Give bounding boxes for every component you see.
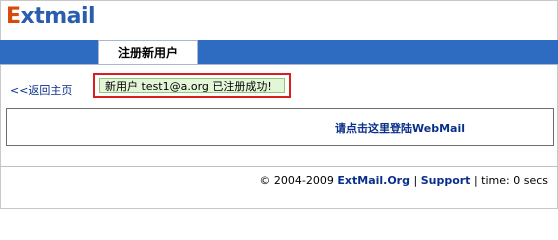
- footer-separator: |: [413, 174, 418, 187]
- extmail-org-link[interactable]: ExtMail.Org: [337, 174, 410, 187]
- tab-divider: [0, 64, 558, 65]
- footer-separator: |: [473, 174, 478, 187]
- back-to-home-link[interactable]: <<返回主页: [10, 82, 72, 98]
- extmail-logo: Extmail: [6, 3, 96, 31]
- success-message: 新用户 test1@a.org 已注册成功!: [99, 78, 285, 93]
- login-webmail-link[interactable]: 请点击这里登陆WebMail: [335, 120, 465, 136]
- copyright-text: © 2004-2009: [259, 174, 334, 187]
- footer-divider: [0, 166, 558, 167]
- footer: © 2004-2009 ExtMail.Org | Support | time…: [259, 174, 548, 187]
- tab-register-new-user[interactable]: 注册新用户: [98, 40, 198, 65]
- page-time-text: time: 0 secs: [481, 174, 548, 187]
- top-nav-bar: [0, 40, 558, 64]
- logo-letter-e: E: [6, 4, 21, 29]
- login-panel: 请点击这里登陆WebMail: [6, 108, 554, 146]
- support-link[interactable]: Support: [421, 174, 471, 187]
- logo-text: xtmail: [20, 4, 96, 29]
- success-message-highlight: 新用户 test1@a.org 已注册成功!: [93, 73, 291, 98]
